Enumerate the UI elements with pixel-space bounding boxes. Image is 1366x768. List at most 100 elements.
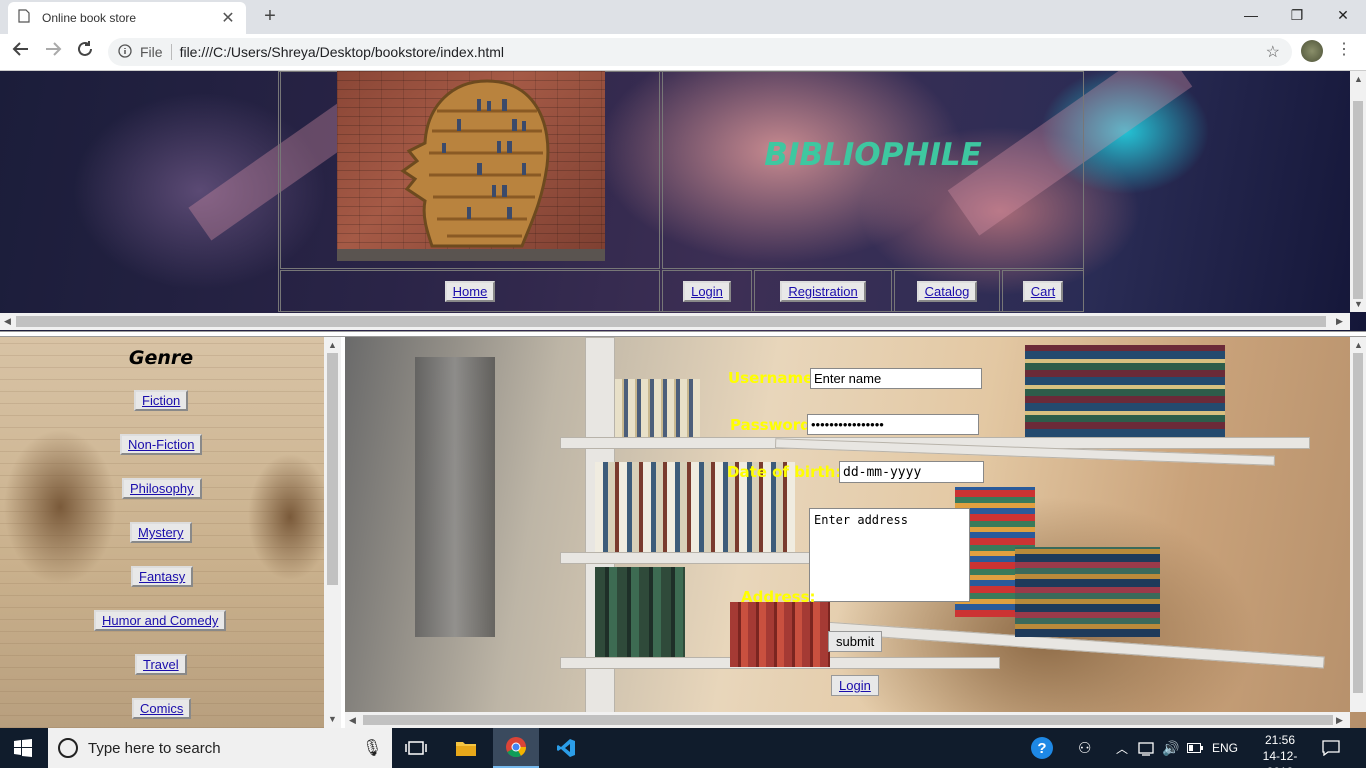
mirror-decoration	[415, 357, 495, 637]
action-center-icon[interactable]	[1322, 728, 1340, 768]
scrollbar-thumb[interactable]	[327, 353, 338, 585]
browser-tab[interactable]: Online book store ✕	[8, 2, 246, 34]
forward-arrow-icon[interactable]	[41, 40, 65, 64]
nav-catalog-link[interactable]: Catalog	[916, 280, 978, 302]
genre-heading: Genre	[128, 347, 194, 369]
books-decoration	[1015, 547, 1160, 637]
file-explorer-icon[interactable]	[443, 728, 489, 768]
nav-home-link[interactable]: Home	[444, 280, 496, 302]
nav-cell-login: Login	[662, 270, 752, 312]
clock-time: 21:56	[1264, 733, 1296, 747]
address-bar[interactable]: File file:///C:/Users/Shreya/Desktop/boo…	[108, 38, 1292, 66]
header-vertical-scrollbar[interactable]: ▲ ▼	[1350, 71, 1366, 312]
scroll-left-arrow-icon[interactable]: ◀	[4, 316, 11, 327]
scroll-down-arrow-icon[interactable]: ▼	[1354, 299, 1363, 309]
security-label: File	[140, 44, 163, 60]
genre-vertical-scrollbar[interactable]: ▲ ▼	[324, 337, 341, 728]
vscode-icon[interactable]	[543, 728, 589, 768]
nav-cart-link[interactable]: Cart	[1022, 280, 1064, 302]
genre-frame: Genre Fiction Non-Fiction Philosophy Mys…	[0, 337, 341, 728]
scroll-up-arrow-icon[interactable]: ▲	[1354, 74, 1363, 84]
brand-title: BIBLIOPHILE	[764, 137, 982, 173]
scroll-down-arrow-icon[interactable]: ▼	[328, 714, 337, 724]
submit-button[interactable]: submit	[828, 631, 883, 652]
nav-login-link[interactable]: Login	[683, 280, 731, 302]
network-icon[interactable]	[1138, 728, 1156, 768]
books-decoration	[595, 567, 685, 657]
nav-cell-registration: Registration	[754, 270, 892, 312]
registration-vertical-scrollbar[interactable]: ▲	[1350, 337, 1366, 712]
username-label: Username:	[728, 369, 820, 387]
genre-link-fantasy[interactable]: Fantasy	[131, 566, 194, 587]
nav-cell-cart: Cart	[1002, 270, 1084, 312]
help-icon[interactable]: ?	[1030, 728, 1054, 768]
genre-link-comics[interactable]: Comics	[132, 698, 192, 719]
scrollbar-thumb[interactable]	[16, 316, 1326, 327]
login-link[interactable]: Login	[831, 675, 879, 696]
windows-start-icon[interactable]	[0, 728, 46, 768]
date-of-birth-label: Date of birth:	[727, 463, 842, 481]
browser-toolbar: File file:///C:/Users/Shreya/Desktop/boo…	[0, 34, 1366, 71]
url-text[interactable]: file:///C:/Users/Shreya/Desktop/bookstor…	[180, 44, 504, 60]
scroll-right-arrow-icon[interactable]: ▶	[1336, 715, 1343, 726]
genre-link-travel[interactable]: Travel	[135, 654, 187, 675]
bookmark-star-icon[interactable]: ☆	[1266, 42, 1280, 62]
clock-date: 14-12-2018	[1262, 749, 1298, 768]
username-input[interactable]	[810, 368, 982, 389]
genre-link-philosophy[interactable]: Philosophy	[122, 478, 202, 499]
bookshelf-head-image	[337, 71, 605, 261]
scroll-left-arrow-icon[interactable]: ◀	[349, 715, 356, 726]
books-decoration	[615, 379, 700, 437]
task-view-icon[interactable]	[393, 728, 439, 768]
scrollbar-thumb[interactable]	[1353, 101, 1363, 299]
genre-link-mystery[interactable]: Mystery	[130, 522, 192, 543]
scroll-up-arrow-icon[interactable]: ▲	[328, 340, 337, 350]
genre-link-humor-and-comedy[interactable]: Humor and Comedy	[94, 610, 227, 631]
omnibox-divider	[170, 44, 172, 60]
minimize-button[interactable]: —	[1228, 0, 1274, 30]
header-horizontal-scrollbar[interactable]: ◀ ▶	[0, 313, 1350, 330]
books-decoration	[1025, 345, 1225, 437]
genre-link-non-fiction[interactable]: Non-Fiction	[120, 434, 203, 455]
scroll-right-arrow-icon[interactable]: ▶	[1336, 316, 1343, 327]
tab-title: Online book store	[42, 11, 137, 25]
battery-icon[interactable]	[1187, 728, 1203, 768]
books-decoration	[730, 602, 830, 667]
nav-cell-home: Home	[280, 270, 660, 312]
taskbar-clock[interactable]: 21:56 14-12-2018	[1252, 732, 1308, 768]
language-indicator[interactable]: ENG	[1212, 728, 1238, 768]
taskbar-search-box[interactable]: Type here to search 🎙	[48, 728, 392, 768]
reload-icon[interactable]	[73, 40, 97, 64]
more-menu-icon[interactable]: ⋮	[1336, 40, 1352, 62]
header-frame: BIBLIOPHILE Home Login Registration Cata…	[0, 71, 1366, 331]
registration-horizontal-scrollbar[interactable]: ◀ ▶	[345, 712, 1350, 728]
volume-icon[interactable]: 🔊	[1162, 728, 1179, 768]
chrome-icon[interactable]	[493, 728, 539, 768]
microphone-icon[interactable]: 🎙	[362, 738, 382, 758]
scrollbar-thumb[interactable]	[1353, 353, 1363, 693]
genre-link-fiction[interactable]: Fiction	[134, 390, 189, 411]
profile-avatar[interactable]	[1301, 40, 1323, 62]
tab-strip: Online book store ✕ + — ❐ ✕	[0, 0, 1366, 34]
password-label: Password:	[730, 416, 817, 434]
back-arrow-icon[interactable]	[9, 40, 33, 64]
windows-taskbar: Type here to search 🎙 ? ⚇ ︿ 🔊 ENG 21:56	[0, 728, 1366, 768]
scrollbar-thumb[interactable]	[363, 715, 1333, 725]
document-icon	[18, 8, 30, 28]
info-icon[interactable]	[118, 43, 132, 61]
tab-close-icon[interactable]: ✕	[220, 8, 236, 28]
nav-registration-link[interactable]: Registration	[780, 280, 866, 302]
cortana-icon	[58, 738, 78, 758]
date-of-birth-input[interactable]	[839, 461, 984, 483]
scroll-up-arrow-icon[interactable]: ▲	[1354, 340, 1363, 350]
close-window-button[interactable]: ✕	[1320, 0, 1366, 30]
registration-frame: Username: Password: Date of birth: Enter…	[345, 337, 1366, 728]
restore-button[interactable]: ❐	[1274, 0, 1320, 30]
new-tab-button[interactable]: +	[258, 4, 282, 28]
address-textarea[interactable]: Enter address	[809, 508, 970, 602]
show-hidden-icons-icon[interactable]: ︿	[1116, 728, 1128, 768]
people-icon[interactable]: ⚇	[1078, 728, 1091, 768]
browser-window: Online book store ✕ + — ❐ ✕ File file://…	[0, 0, 1366, 768]
svg-text:?: ?	[1037, 740, 1046, 757]
password-input[interactable]	[807, 414, 979, 435]
